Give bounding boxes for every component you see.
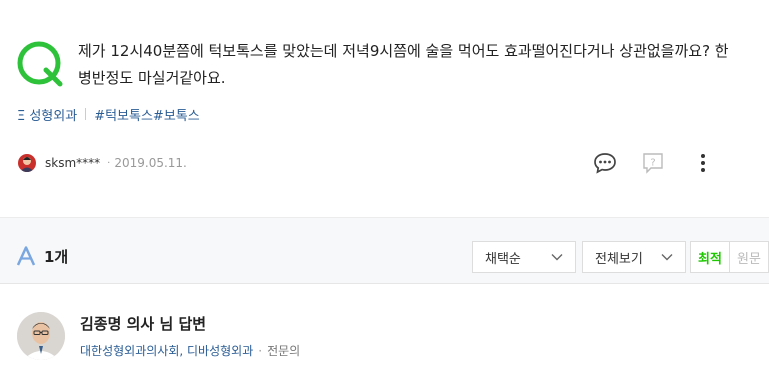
qna-page: 제가 12시40분쯤에 턱보톡스를 맞았는데 저녁9시쯤에 술을 먹어도 효과떨…: [0, 0, 769, 381]
translation-toggle: 최적 원문: [690, 241, 769, 273]
question-date: 2019.05.11.: [114, 156, 187, 170]
answerer-meta: 대한성형외과의사회, 디바성형외과 · 전문의: [80, 342, 300, 359]
sort-dropdown[interactable]: 채택순: [472, 241, 576, 273]
more-icon: [701, 154, 705, 172]
meta-separator: ·: [258, 343, 263, 358]
answerer-avatar[interactable]: [17, 312, 65, 360]
answerer-role: 전문의: [267, 344, 301, 358]
comment-icon: [594, 153, 616, 174]
chevron-down-icon: [551, 254, 563, 261]
answerer-title: 김종명 의사 님 답변: [80, 315, 207, 333]
chevron-down-icon: [661, 254, 673, 261]
author-avatar: [18, 154, 36, 172]
report-icon: ?: [643, 153, 663, 174]
tag-category[interactable]: Ξ 성형외과: [17, 105, 77, 124]
author-name[interactable]: sksm****: [45, 156, 100, 170]
meta-separator: ·: [107, 157, 111, 169]
sort-selected-label: 채택순: [485, 251, 521, 267]
more-options-button[interactable]: [688, 148, 718, 178]
tag-item[interactable]: #턱보톡스: [94, 105, 153, 124]
view-selected-label: 전체보기: [595, 251, 643, 267]
toggle-original[interactable]: 원문: [730, 242, 768, 272]
question-mark-icon: [17, 41, 63, 87]
question-text: 제가 12시40분쯤에 턱보톡스를 맞았는데 저녁9시쯤에 술을 먹어도 효과떨…: [78, 42, 729, 87]
tag-item[interactable]: #보톡스: [153, 105, 200, 124]
toggle-optimal[interactable]: 최적: [691, 242, 730, 272]
answer-count: 1개: [44, 248, 69, 266]
svg-text:?: ?: [650, 158, 655, 169]
answerer-affiliation[interactable]: 대한성형외과의사회, 디바성형외과: [80, 342, 253, 359]
answer-mark-icon: [16, 246, 36, 266]
tag-list: Ξ 성형외과 #턱보톡스 #보톡스: [17, 104, 200, 124]
question-meta: sksm**** · 2019.05.11.: [18, 153, 187, 173]
comment-button[interactable]: [590, 148, 620, 178]
tag-divider: [85, 108, 87, 120]
answers-header: 1개 채택순 전체보기 최적 원문: [0, 217, 769, 284]
view-filter-dropdown[interactable]: 전체보기: [582, 241, 686, 273]
report-button[interactable]: ?: [638, 148, 668, 178]
